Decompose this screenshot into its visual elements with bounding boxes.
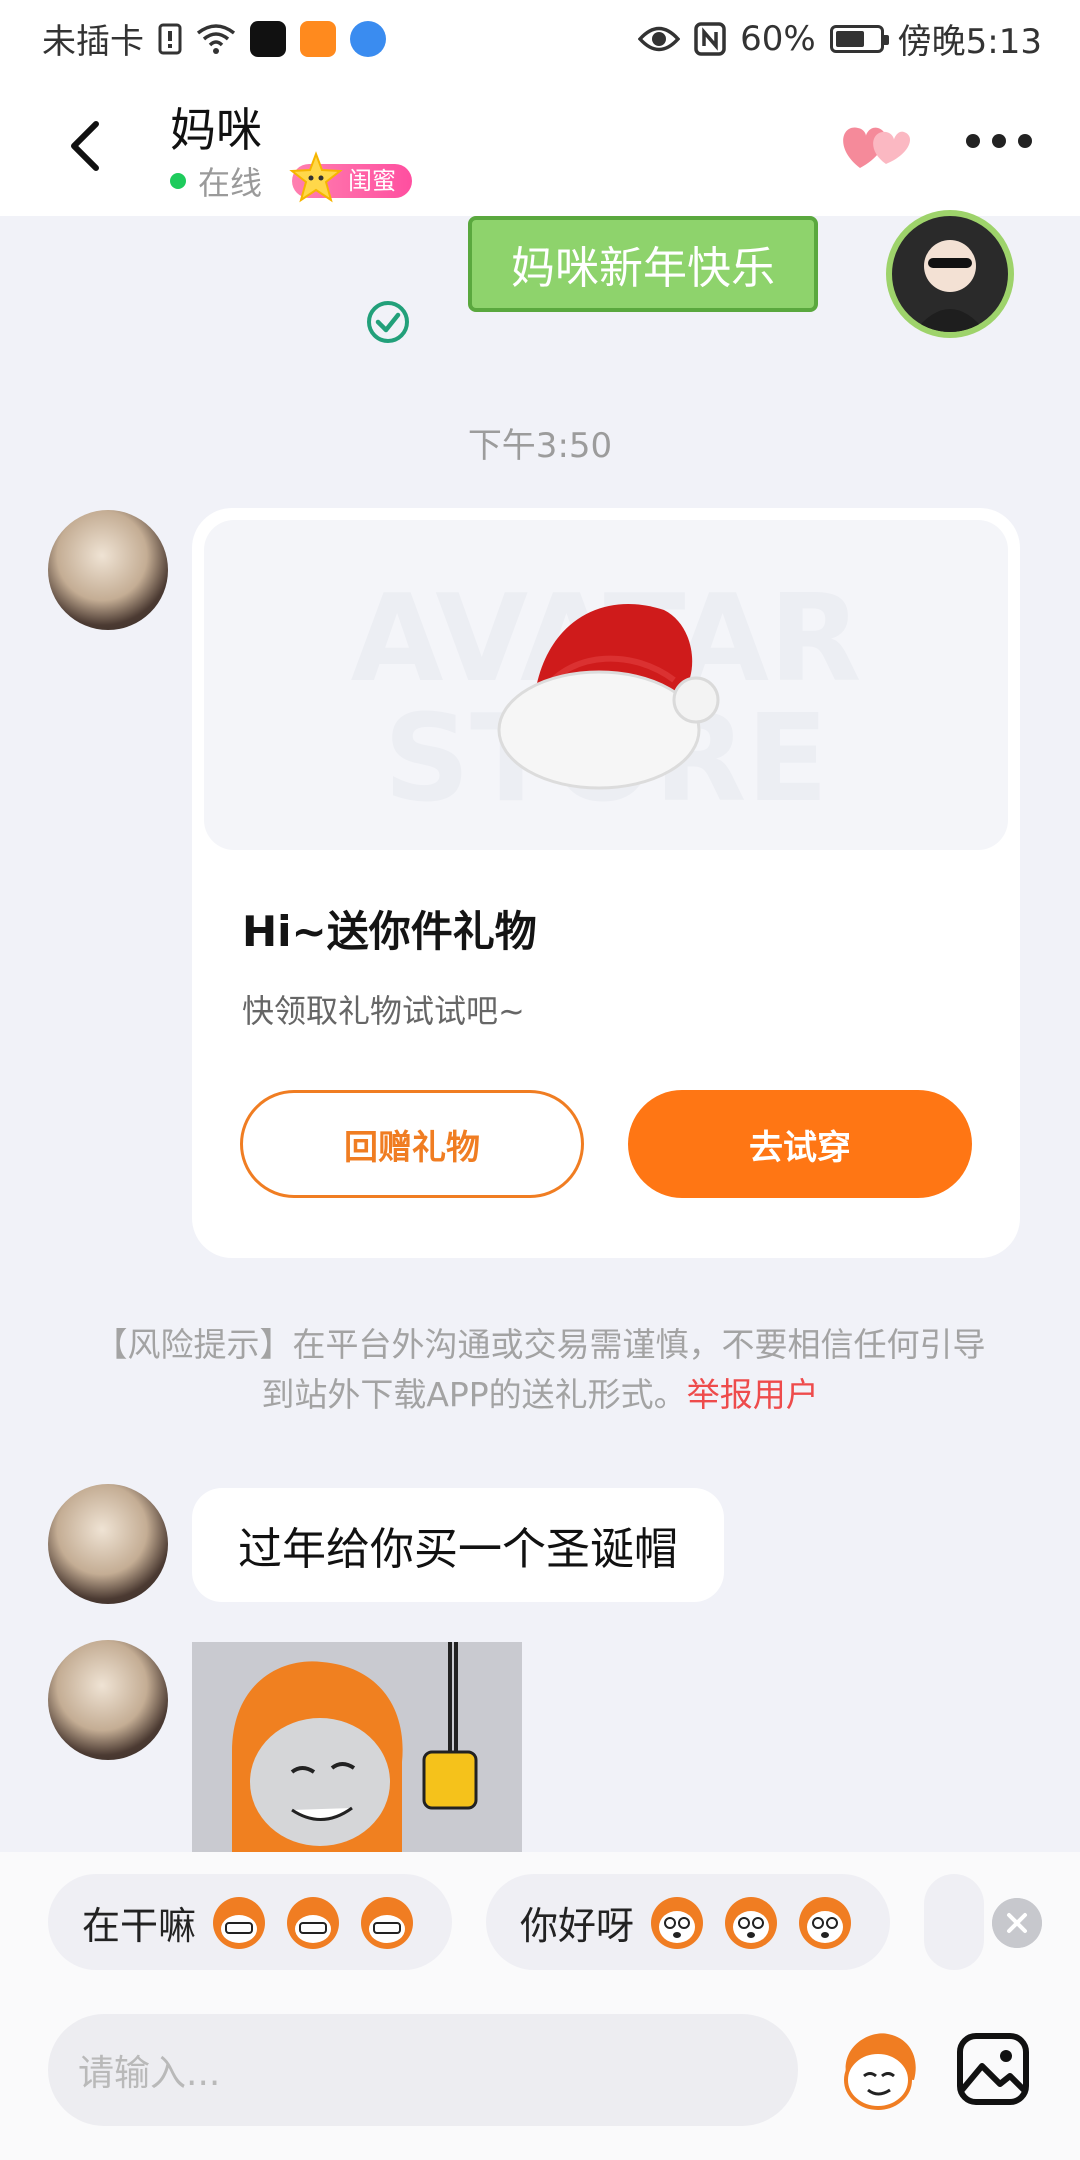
back-icon[interactable]	[58, 116, 118, 176]
battery-icon	[829, 24, 889, 53]
message-input[interactable]: 请输入...	[48, 2014, 798, 2126]
contact-avatar[interactable]	[48, 1640, 168, 1760]
status-left: 未插卡	[42, 14, 386, 63]
contact-avatar[interactable]	[48, 1484, 168, 1604]
eye-icon	[638, 26, 681, 51]
check-icon	[367, 301, 409, 343]
close-icon[interactable]	[992, 1898, 1042, 1948]
nfc-icon	[694, 21, 726, 56]
chat-header: 妈咪 在线 闺蜜	[0, 72, 1080, 216]
video-app-icon	[300, 20, 336, 57]
contact-name: 妈咪	[170, 103, 262, 157]
risk-notice: 【风险提示】在平台外沟通或交易需谨慎，不要相信任何引导到站外下载APP的送礼形式…	[90, 1320, 990, 1420]
gift-image: AVATAR STORE	[204, 520, 1008, 850]
meme-sticker-icon	[232, 1642, 478, 1852]
tiktok-icon	[250, 20, 286, 57]
hearts-icon[interactable]	[840, 116, 916, 176]
surprised-emoji-icon	[725, 1897, 778, 1949]
carrier-label: 未插卡	[42, 22, 144, 62]
grin-emoji-icon	[361, 1897, 414, 1949]
time-separator: 下午3:50	[467, 426, 613, 466]
avatar-figure	[914, 240, 986, 332]
surprised-emoji-icon	[799, 1897, 852, 1949]
status-bar: 未插卡 60% 傍晚5:13	[0, 0, 1080, 72]
star-icon	[289, 151, 343, 203]
grin-emoji-icon	[213, 1897, 266, 1949]
sim-icon	[158, 23, 182, 54]
composer-area: 在干嘛 你好呀 请输入...	[0, 1852, 1080, 2160]
status-right: 60% 傍晚5:13	[638, 14, 1042, 63]
wifi-icon	[196, 23, 236, 54]
online-label: 在线	[198, 164, 263, 202]
input-placeholder: 请输入...	[78, 2053, 221, 2094]
received-text-message[interactable]: 过年给你买一个圣诞帽	[192, 1488, 724, 1602]
report-user-link[interactable]: 举报用户	[687, 1375, 819, 1414]
online-dot	[170, 173, 186, 189]
relationship-badge[interactable]: 闺蜜	[289, 151, 413, 203]
grin-emoji-icon	[287, 1897, 340, 1949]
return-gift-button[interactable]: 回赠礼物	[240, 1090, 584, 1198]
quick-reply-chip-partial[interactable]	[924, 1874, 984, 1970]
quick-reply-label: 你好呀	[520, 1903, 635, 1948]
more-icon[interactable]	[966, 134, 1032, 148]
emoji-icon[interactable]	[832, 2024, 924, 2116]
contact-avatar[interactable]	[48, 510, 168, 630]
santa-hat-icon	[497, 604, 720, 790]
risk-text: 【风险提示】在平台外沟通或交易需谨慎，不要相信任何引导到站外下载APP的送礼形式…	[94, 1325, 986, 1414]
try-on-button[interactable]: 去试穿	[628, 1090, 972, 1198]
badge-label: 闺蜜	[348, 167, 397, 195]
gift-title: Hi~送你件礼物	[242, 907, 537, 956]
received-sticker-message[interactable]	[192, 1642, 522, 1852]
gift-subtitle: 快领取礼物试试吧~	[242, 992, 525, 1030]
battery-percent: 60%	[740, 18, 816, 59]
image-icon[interactable]	[956, 2032, 1030, 2106]
quick-reply-label: 在干嘛	[82, 1903, 197, 1948]
message-text: 过年给你买一个圣诞帽	[238, 1524, 678, 1575]
quick-reply-chip[interactable]: 在干嘛	[48, 1874, 453, 1970]
my-avatar[interactable]	[886, 210, 1014, 338]
quick-reply-chip[interactable]: 你好呀	[486, 1874, 891, 1970]
clock: 傍晚5:13	[897, 22, 1042, 62]
sent-sticker-message[interactable]: 妈咪新年快乐	[468, 216, 818, 312]
browser-app-icon	[350, 20, 386, 57]
online-status: 在线 闺蜜	[170, 151, 413, 204]
gift-card[interactable]: AVATAR STORE Hi~送你件礼物 快领取礼物试试吧~ 回赠礼物 去试穿	[192, 508, 1020, 1258]
surprised-emoji-icon	[651, 1897, 704, 1949]
sent-sticker-text: 妈咪新年快乐	[511, 243, 775, 294]
